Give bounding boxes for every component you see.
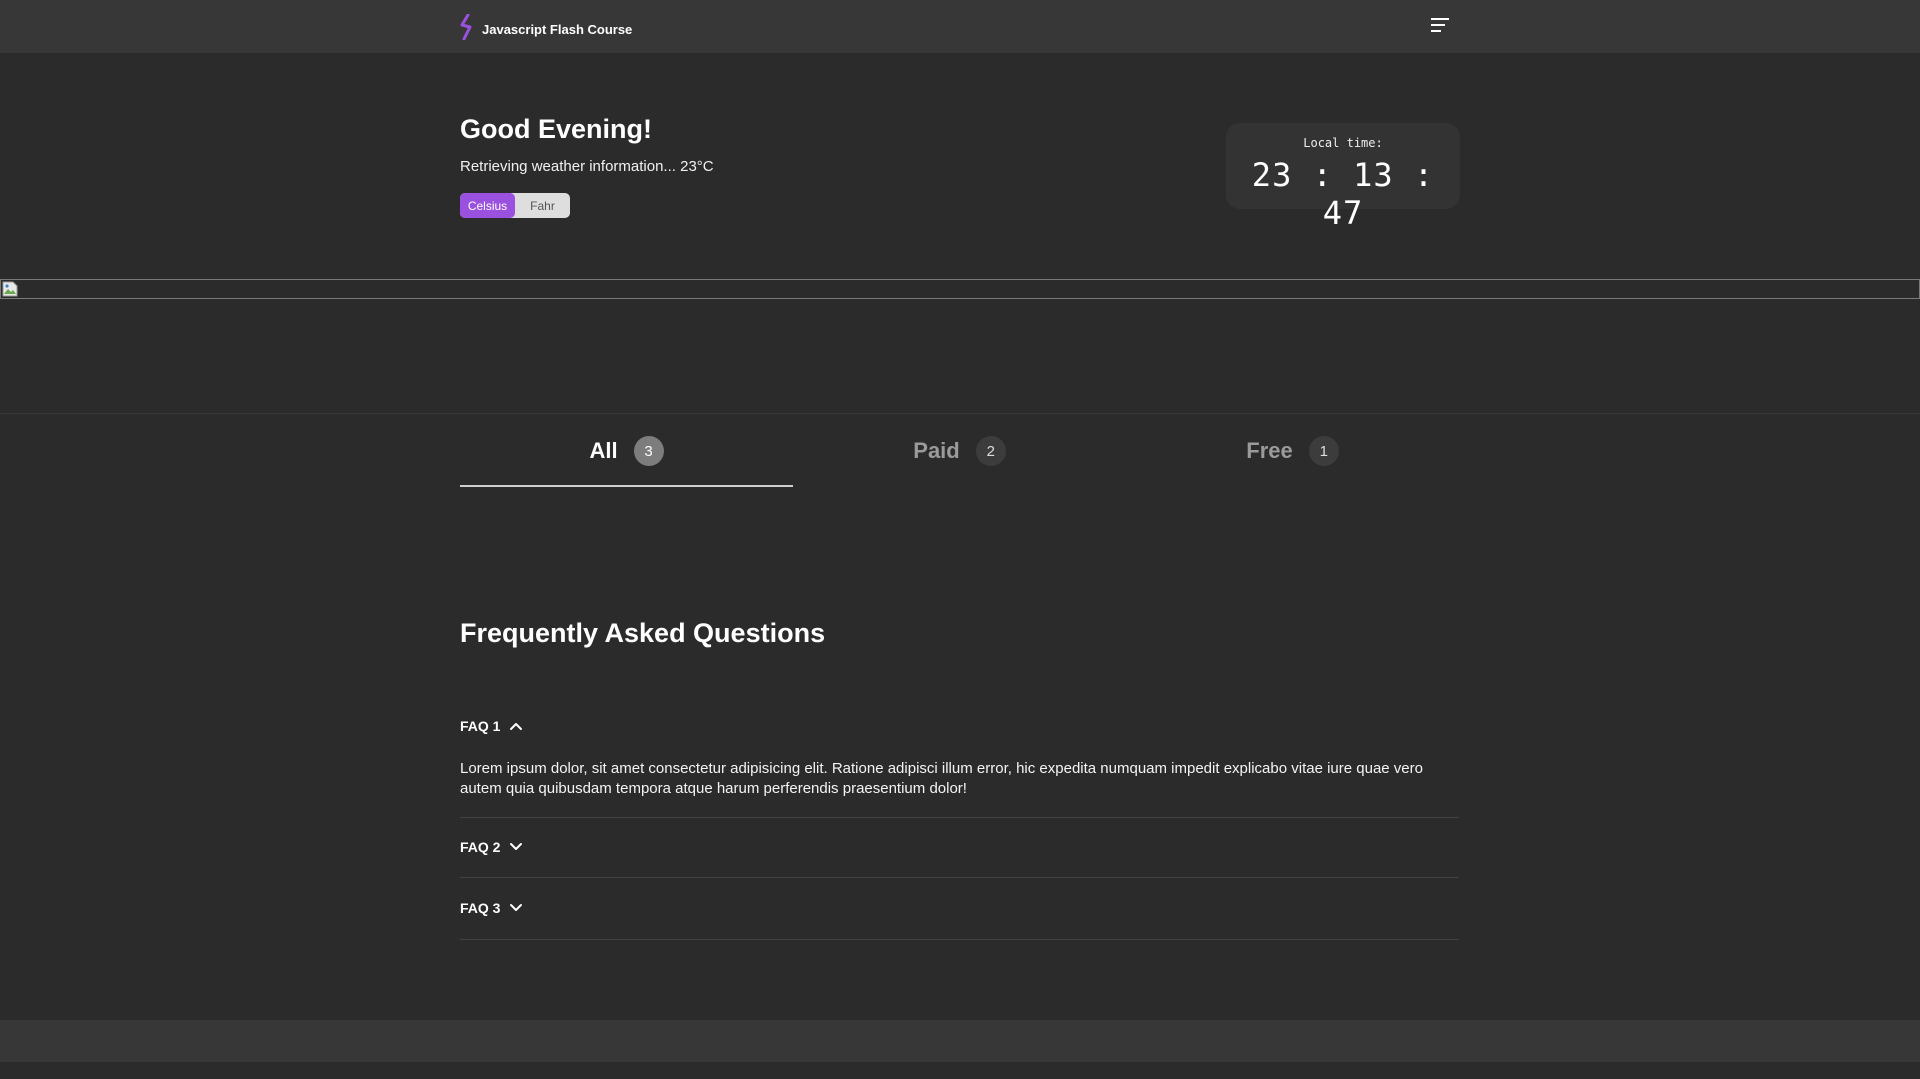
faq-question: FAQ 2 — [460, 839, 501, 855]
chevron-down-icon — [509, 839, 523, 855]
banner-image — [0, 279, 1920, 299]
footer — [0, 1020, 1920, 1062]
faq-item: FAQ 3 — [460, 900, 1459, 916]
tab-count-badge: 2 — [975, 436, 1006, 466]
tab-free[interactable]: Free 1 — [1126, 434, 1459, 486]
fahrenheit-button[interactable]: Fahr — [515, 193, 570, 218]
lightning-bolt-icon — [459, 13, 475, 45]
faq-divider — [460, 877, 1459, 878]
faq-toggle[interactable]: FAQ 3 — [460, 900, 1459, 916]
tab-label: Paid — [913, 438, 960, 463]
tabs-divider — [0, 413, 1920, 414]
local-time-card: Local time: 23 : 13 : 47 — [1226, 123, 1460, 232]
faq-divider — [460, 939, 1459, 940]
faq-toggle[interactable]: FAQ 1 — [460, 718, 1459, 734]
celsius-button[interactable]: Celsius — [460, 193, 515, 218]
local-time-value: 23 : 13 : 47 — [1251, 156, 1435, 232]
brand[interactable]: Javascript Flash Course — [459, 13, 633, 45]
faq-item: FAQ 2 — [460, 839, 1459, 855]
chevron-down-icon — [509, 900, 523, 916]
chevron-up-icon — [509, 718, 523, 734]
top-navbar: Javascript Flash Course — [0, 0, 1920, 53]
faq-divider — [460, 817, 1459, 818]
tab-count-badge: 3 — [633, 436, 664, 466]
tab-label: All — [589, 438, 618, 463]
faq-question: FAQ 1 — [460, 718, 501, 734]
tab-count-badge: 1 — [1308, 436, 1339, 466]
faq-heading: Frequently Asked Questions — [460, 618, 826, 648]
brand-title: Javascript Flash Course — [482, 22, 633, 37]
tab-paid[interactable]: Paid 2 — [793, 434, 1126, 486]
faq-question: FAQ 3 — [460, 900, 501, 916]
faq-answer: Lorem ipsum dolor, sit amet consectetur … — [460, 760, 1423, 797]
local-time-label: Local time: — [1303, 136, 1383, 150]
weather-text: Retrieving weather information... 23°C — [460, 158, 714, 175]
tab-label: Free — [1246, 438, 1293, 463]
faq-toggle[interactable]: FAQ 2 — [460, 839, 1459, 855]
page-bottom — [0, 1062, 1920, 1079]
hamburger-menu-icon[interactable] — [1431, 16, 1451, 34]
broken-image-icon — [2, 281, 18, 302]
tab-all[interactable]: All 3 — [460, 434, 793, 486]
faq-item: FAQ 1 Lorem ipsum dolor, sit amet consec… — [460, 718, 1459, 799]
temperature-unit-toggle: Celsius Fahr — [460, 193, 570, 218]
greeting-heading: Good Evening! — [460, 114, 652, 144]
active-tab-indicator — [460, 485, 793, 487]
